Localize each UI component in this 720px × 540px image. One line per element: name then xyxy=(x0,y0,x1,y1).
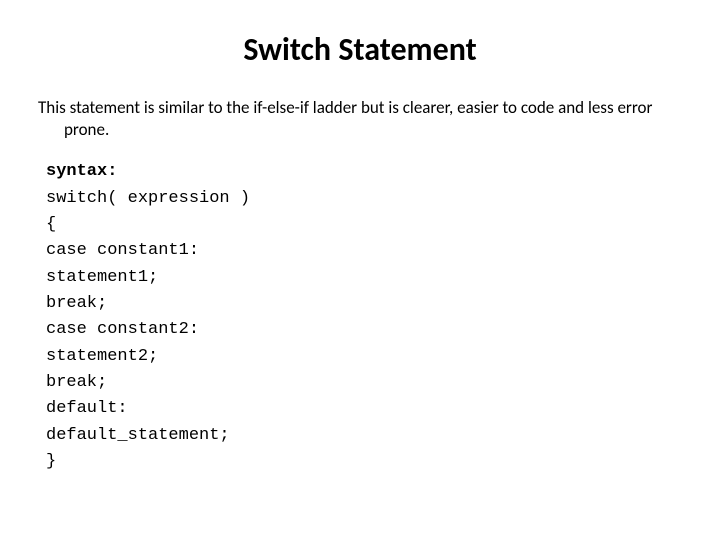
code-line: case constant1: xyxy=(46,238,682,264)
code-line: break; xyxy=(46,370,682,396)
code-block: syntax: switch( expression ) { case cons… xyxy=(38,159,682,475)
code-line: default_statement; xyxy=(46,423,682,449)
code-line: case constant2: xyxy=(46,317,682,343)
code-line: break; xyxy=(46,291,682,317)
description-text: This statement is similar to the if-else… xyxy=(64,97,682,141)
code-line: { xyxy=(46,212,682,238)
code-line: } xyxy=(46,449,682,475)
page-title: Switch Statement xyxy=(38,30,682,69)
syntax-label: syntax: xyxy=(46,159,682,185)
code-line: default: xyxy=(46,396,682,422)
code-line: statement2; xyxy=(46,344,682,370)
code-line: switch( expression ) xyxy=(46,186,682,212)
code-line: statement1; xyxy=(46,265,682,291)
